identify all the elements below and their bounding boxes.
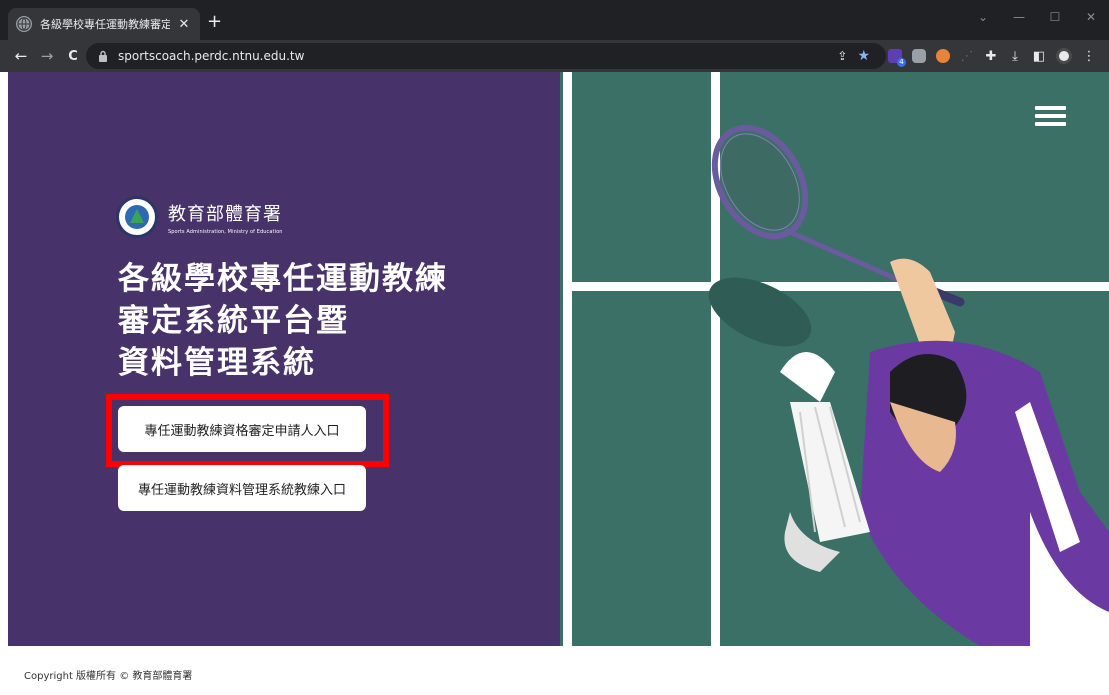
extensions-area: 4 ⋰ ✚ ⤓ ◧ ⋮ — [888, 46, 1096, 67]
tab-close-icon[interactable]: ✕ — [176, 17, 192, 32]
badminton-player-illustration — [708, 124, 1109, 646]
browser-tabbar: 各級學校專任運動教練審定系統 ✕ + ⌄ — ☐ ✕ — [0, 0, 1109, 40]
page-title-line-3: 資料管理系統 — [118, 345, 316, 381]
maximize-icon[interactable]: ☐ — [1037, 0, 1073, 34]
lock-icon — [99, 50, 107, 62]
profile-icon[interactable] — [1056, 48, 1072, 64]
extension-badge: 4 — [897, 58, 906, 67]
browser-toolbar: ← → C sportscoach.perdc.ntnu.edu.tw ⇪ ★ … — [0, 40, 1109, 72]
extension-icon[interactable]: 4 — [888, 49, 906, 67]
window-controls: ⌄ — ☐ ✕ — [965, 0, 1109, 34]
bookmark-star-icon[interactable]: ★ — [857, 48, 870, 64]
fox-extension-icon[interactable] — [936, 49, 950, 63]
address-bar[interactable]: sportscoach.perdc.ntnu.edu.tw ⇪ ★ — [86, 43, 886, 69]
page-title: 各級學校專任運動教練 審定系統平台暨 資料管理系統 — [118, 258, 448, 384]
logo-chinese-name: 教育部體育署 — [168, 203, 282, 225]
moe-logo: 教育部體育署 Sports Administration, Ministry o… — [116, 196, 283, 238]
download-icon[interactable]: ⤓ — [1008, 49, 1022, 64]
coach-entry-button[interactable]: 專任運動教練資料管理系統教練入口 — [118, 465, 366, 511]
footer: Copyright 版權所有 © 教育部體育署 — [0, 646, 1109, 695]
camera-icon[interactable] — [912, 49, 926, 63]
browser-tab[interactable]: 各級學校專任運動教練審定系統 ✕ — [8, 8, 200, 40]
minimize-icon[interactable]: — — [1001, 0, 1037, 34]
sidebar-icon[interactable]: ◧ — [1032, 49, 1046, 64]
copyright-text: Copyright 版權所有 © 教育部體育署 — [24, 671, 193, 682]
globe-icon — [16, 16, 32, 32]
dotted-extension-icon[interactable]: ⋰ — [960, 49, 974, 64]
close-window-icon[interactable]: ✕ — [1073, 0, 1109, 34]
logo-english-name: Sports Administration, Ministry of Educa… — [168, 228, 283, 235]
puzzle-icon[interactable]: ✚ — [984, 49, 998, 64]
back-button[interactable]: ← — [8, 43, 34, 69]
page-title-line-2: 審定系統平台暨 — [118, 303, 349, 339]
url-text: sportscoach.perdc.ntnu.edu.tw — [118, 49, 305, 63]
hero-illustration — [560, 72, 1109, 646]
moe-seal-icon — [116, 196, 158, 238]
applicant-entry-button[interactable]: 專任運動教練資格審定申請人入口 — [118, 406, 366, 452]
share-icon[interactable]: ⇪ — [837, 49, 847, 63]
page-title-line-1: 各級學校專任運動教練 — [118, 261, 448, 297]
tab-title: 各級學校專任運動教練審定系統 — [40, 18, 170, 31]
menu-icon[interactable]: ⋮ — [1082, 49, 1096, 64]
new-tab-button[interactable]: + — [207, 13, 222, 31]
page-content: 教育部體育署 Sports Administration, Ministry o… — [8, 72, 1109, 646]
hamburger-icon[interactable] — [1035, 106, 1066, 126]
reload-button[interactable]: C — [60, 43, 86, 69]
tab-search-icon[interactable]: ⌄ — [965, 0, 1001, 34]
forward-button[interactable]: → — [34, 43, 60, 69]
